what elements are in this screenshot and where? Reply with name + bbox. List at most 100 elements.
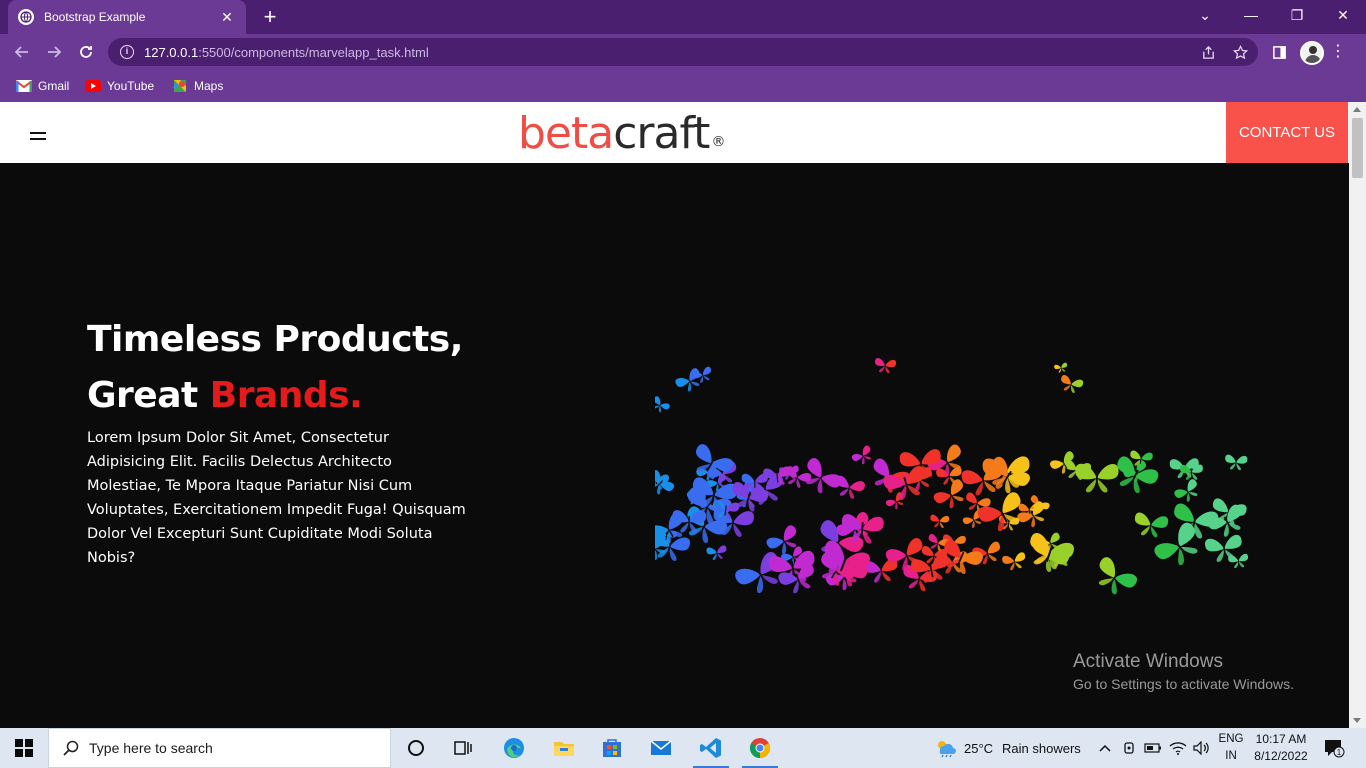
- bookmark-label: Maps: [194, 79, 224, 93]
- share-icon[interactable]: [1199, 43, 1217, 61]
- bookmark-youtube[interactable]: YouTube: [85, 76, 154, 96]
- file-explorer-icon[interactable]: [542, 728, 586, 768]
- browser-titlebar: Bootstrap Example ✕ + ⌄ — ❐ ✕: [0, 0, 1366, 34]
- tab-title: Bootstrap Example: [44, 10, 146, 24]
- butterfly-shape: [735, 552, 779, 594]
- volume-icon[interactable]: [1192, 728, 1212, 768]
- battery-icon[interactable]: [1143, 728, 1163, 768]
- hero-heading: Timeless Products, Great Brands.: [87, 312, 463, 424]
- butterfly-shape: [851, 445, 871, 465]
- url-path: :5500/components/marvelapp_task.html: [198, 44, 429, 60]
- start-button[interactable]: [0, 728, 48, 768]
- page-viewport: betacraft ® CONTACT US Timeless Products,…: [0, 102, 1349, 728]
- mail-icon[interactable]: [639, 728, 683, 768]
- forward-icon[interactable]: [42, 41, 66, 63]
- close-tab-icon[interactable]: ✕: [218, 9, 236, 26]
- chevron-up-icon[interactable]: [1097, 728, 1113, 768]
- browser-toolbar: i 127.0.0.1:5500/components/marvelapp_ta…: [0, 34, 1366, 70]
- butterfly-shape: [1228, 553, 1249, 569]
- system-clock[interactable]: 10:17 AM 8/12/2022: [1248, 731, 1314, 765]
- clock-date: 8/12/2022: [1254, 749, 1308, 763]
- maps-icon: [172, 80, 186, 92]
- registered-mark: ®: [711, 134, 725, 150]
- butterfly-shape: [1075, 463, 1119, 493]
- butterfly-shape: [1174, 479, 1198, 502]
- hero-line-1: Timeless Products,: [87, 319, 463, 360]
- butterfly-shape: [655, 396, 670, 413]
- butterfly-shape: [1002, 552, 1026, 571]
- chrome-icon[interactable]: [738, 728, 782, 768]
- search-icon: [63, 740, 79, 756]
- meet-now-icon[interactable]: [1120, 728, 1138, 768]
- site-info-icon[interactable]: i: [120, 45, 134, 59]
- hamburger-menu-icon[interactable]: [30, 132, 46, 142]
- watermark-subtitle: Go to Settings to activate Windows.: [1073, 676, 1294, 692]
- bookmark-star-icon[interactable]: [1231, 43, 1249, 61]
- close-window-button[interactable]: ✕: [1320, 0, 1366, 30]
- scrollbar-thumb[interactable]: [1352, 118, 1363, 178]
- site-logo[interactable]: betacraft ®: [518, 108, 725, 160]
- gmail-icon: [16, 80, 32, 92]
- globe-icon: [18, 9, 34, 25]
- activate-windows-watermark: Activate Windows Go to Settings to activ…: [1073, 650, 1294, 694]
- butterfly-shape: [930, 514, 950, 528]
- site-navbar: betacraft ® CONTACT US: [0, 102, 1349, 163]
- back-icon[interactable]: [10, 41, 34, 63]
- address-bar[interactable]: i 127.0.0.1:5500/components/marvelapp_ta…: [108, 38, 1258, 66]
- hero-paragraph: Lorem Ipsum Dolor Sit Amet, Consectetur …: [87, 430, 466, 566]
- edge-icon[interactable]: [492, 728, 536, 768]
- logo-beta: beta: [518, 108, 614, 159]
- bookmark-maps[interactable]: Maps: [172, 76, 223, 96]
- butterfly-shape: [1154, 522, 1198, 566]
- more-menu-icon[interactable]: ⋮: [1330, 42, 1346, 62]
- scroll-up-icon[interactable]: [1353, 107, 1361, 112]
- task-view-icon[interactable]: [441, 728, 485, 768]
- butterflies-illustration: [655, 357, 1249, 595]
- url-host: 127.0.0.1: [144, 44, 199, 60]
- logo-craft: craft: [613, 108, 710, 159]
- svg-text:1: 1: [1337, 748, 1342, 757]
- profile-avatar[interactable]: [1300, 41, 1324, 65]
- wifi-icon[interactable]: [1168, 728, 1188, 768]
- restore-button[interactable]: ❐: [1274, 0, 1320, 30]
- hero-line-2: Great Brands.: [87, 375, 363, 416]
- weather-text: Rain showers: [1002, 740, 1081, 756]
- notification-icon[interactable]: 1: [1322, 728, 1346, 768]
- hero-accent: Brands.: [209, 375, 363, 416]
- side-panel-icon[interactable]: [1270, 43, 1288, 61]
- butterfly-shape: [875, 357, 897, 374]
- butterfly-shape: [706, 545, 727, 561]
- contact-us-button[interactable]: CONTACT US: [1226, 102, 1348, 163]
- page-scrollbar[interactable]: [1349, 102, 1366, 728]
- bookmarks-bar: Gmail YouTube Maps: [0, 70, 1366, 102]
- clock-time: 10:17 AM: [1255, 732, 1307, 746]
- windows-taskbar: Type here to search 25°C Rain showers EN…: [0, 728, 1366, 768]
- bookmark-gmail[interactable]: Gmail: [16, 76, 69, 96]
- butterfly-shape: [1225, 454, 1248, 471]
- taskbar-search-box[interactable]: Type here to search: [48, 728, 391, 768]
- weather-widget[interactable]: 25°C Rain showers: [934, 728, 1081, 768]
- microsoft-store-icon[interactable]: [590, 728, 634, 768]
- language-indicator[interactable]: ENG IN: [1218, 731, 1244, 765]
- tab-search-icon[interactable]: ⌄: [1182, 0, 1228, 30]
- butterfly-shape: [1098, 557, 1138, 595]
- bookmark-label: Gmail: [38, 79, 70, 93]
- youtube-icon: [85, 80, 101, 92]
- scroll-down-icon[interactable]: [1353, 718, 1361, 723]
- windows-logo-icon: [15, 739, 33, 757]
- weather-temp: 25°C: [964, 740, 994, 756]
- browser-tab[interactable]: Bootstrap Example ✕: [8, 0, 246, 34]
- search-placeholder: Type here to search: [89, 740, 213, 756]
- rain-cloud-icon: [938, 741, 956, 758]
- new-tab-button[interactable]: +: [258, 5, 282, 29]
- vscode-icon[interactable]: [689, 728, 733, 768]
- watermark-title: Activate Windows: [1073, 651, 1223, 672]
- butterfly-shape: [1061, 374, 1084, 394]
- bookmark-label: YouTube: [107, 79, 155, 93]
- cortana-icon[interactable]: [394, 728, 438, 768]
- reload-icon[interactable]: [74, 41, 98, 63]
- butterfly-shape: [1054, 362, 1068, 373]
- minimize-button[interactable]: —: [1228, 0, 1274, 30]
- butterfly-shape: [1117, 456, 1159, 494]
- butterfly-shape: [1134, 512, 1169, 538]
